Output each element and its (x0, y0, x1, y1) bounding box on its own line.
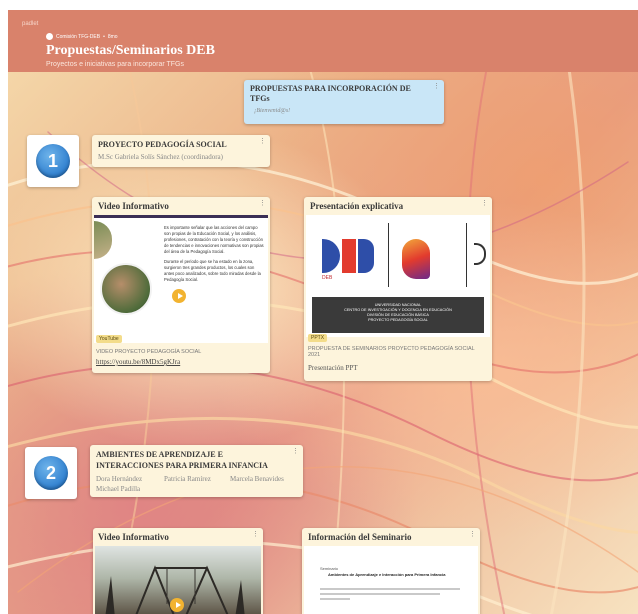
presentation-thumbnail[interactable]: DEB UNIVERSIDAD NACIONAL CENTRO DE INVES… (306, 215, 490, 337)
video-meta: VIDEO PROYECTO PEDAGOGÍA SOCIAL (96, 349, 202, 355)
presentation-title: Presentación explicativa (310, 201, 404, 211)
video-card[interactable]: ⋮ Video Informativo (93, 528, 263, 614)
video-title: Video Informativo (98, 201, 169, 211)
breadcrumb-user[interactable]: Comisión TFG-DEB (56, 34, 100, 40)
padlet-board: padlet Comisión TFG-DEB • 8mo Propuestas… (0, 0, 638, 614)
doc-text-line (320, 588, 460, 590)
play-icon[interactable] (170, 598, 184, 612)
video-link[interactable]: https://youtu.be/8MDx5gKJra (96, 358, 180, 366)
more-icon[interactable]: ⋮ (469, 531, 476, 538)
section-number-tile[interactable]: 2 (25, 447, 77, 499)
pptx-badge: PPTX (308, 334, 328, 342)
section-author: M.Sc Gabriela Solís Sánchez (coordinador… (98, 153, 223, 161)
deb-logo: DEB (322, 239, 374, 281)
presentation-meta: PROPUESTA DE SEMINARIOS PROYECTO PEDAGOG… (308, 346, 475, 358)
section-title-line-1: AMBIENTES DE APRENDIZAJE E (96, 450, 223, 459)
section-title: PROYECTO PEDAGOGÍA SOCIAL (98, 140, 227, 149)
section-title-card[interactable]: ⋮ AMBIENTES DE APRENDIZAJE E INTERACCION… (90, 445, 303, 497)
logo-text: DEB (322, 275, 333, 281)
doc-text-line (320, 593, 440, 595)
video-thumbnail[interactable] (95, 546, 261, 614)
bullet-1: Es importante señalar que las acciones d… (164, 225, 264, 254)
partner-logo (474, 243, 486, 265)
video-title: Video Informativo (98, 532, 169, 542)
banner-line-4: PROYECTO PEDAGOGÍA SOCIAL (368, 318, 428, 322)
app-logo[interactable]: padlet (22, 21, 38, 27)
section-number: 1 (36, 144, 70, 178)
seminar-document[interactable]: Seminario Ambientes de Aprendizaje e Int… (304, 546, 478, 614)
slide-bullets: Es importante señalar que las acciones d… (164, 225, 264, 287)
section-number: 2 (34, 456, 68, 490)
welcome-title: PROPUESTAS PARA INCORPORACIÓN DE TFGs (250, 84, 411, 103)
photo-circle (100, 263, 152, 315)
more-icon[interactable]: ⋮ (259, 200, 266, 207)
section-title-line-2: INTERACCIONES PARA PRIMERA INFANCIA (96, 461, 268, 470)
board-header: padlet Comisión TFG-DEB • 8mo Propuestas… (8, 10, 638, 72)
breadcrumb: Comisión TFG-DEB • 8mo (46, 33, 118, 40)
seminar-title: Información del Seminario (308, 532, 412, 542)
person-2: Patricia Ramírez (164, 475, 211, 483)
author-avatar[interactable] (46, 33, 53, 40)
doc-label: Seminario (320, 566, 339, 571)
pedagogia-logo (402, 239, 430, 279)
breadcrumb-time: 8mo (107, 33, 118, 40)
doc-title: Ambientes de Aprendizaje e Interacción p… (328, 572, 446, 577)
section-number-tile[interactable]: 1 (27, 135, 79, 187)
bullet-2: Durante el periodo que se ha estado en l… (164, 259, 261, 282)
video-thumbnail[interactable]: Es importante señalar que las acciones d… (94, 215, 268, 343)
page-title: Propuestas/Seminarios DEB (46, 43, 215, 58)
presentation-card[interactable]: ⋮ Presentación explicativa DEB UNIVERSID… (304, 197, 492, 381)
more-icon[interactable]: ⋮ (292, 448, 299, 455)
more-icon[interactable]: ⋮ (259, 138, 266, 145)
doc-text-line (320, 598, 350, 600)
slide-banner: UNIVERSIDAD NACIONAL CENTRO DE INVESTIGA… (312, 297, 484, 333)
welcome-text: ¡Bienvenid@s! (254, 108, 291, 114)
person-4: Michael Padilla (96, 485, 141, 493)
play-icon[interactable] (172, 289, 186, 303)
section-title-card[interactable]: ⋮ PROYECTO PEDAGOGÍA SOCIAL M.Sc Gabriel… (92, 135, 270, 167)
video-card[interactable]: ⋮ Video Informativo Es importante señala… (92, 197, 270, 373)
youtube-badge: YouTube (96, 335, 122, 343)
more-icon[interactable]: ⋮ (252, 531, 259, 538)
person-3: Marcela Benavides (230, 475, 284, 483)
page-subtitle: Proyectos e iniciativas para incorporar … (46, 61, 184, 68)
person-1: Dora Hernández (96, 475, 143, 483)
breadcrumb-separator: • (103, 33, 105, 40)
more-icon[interactable]: ⋮ (481, 200, 488, 207)
photo-top (94, 221, 112, 259)
seminar-info-card[interactable]: ⋮ Información del Seminario Seminario Am… (302, 528, 480, 614)
more-icon[interactable]: ⋮ (433, 83, 440, 90)
presentation-caption: Presentación PPT (308, 364, 358, 372)
welcome-card[interactable]: ⋮ PROPUESTAS PARA INCORPORACIÓN DE TFGs … (244, 80, 444, 124)
